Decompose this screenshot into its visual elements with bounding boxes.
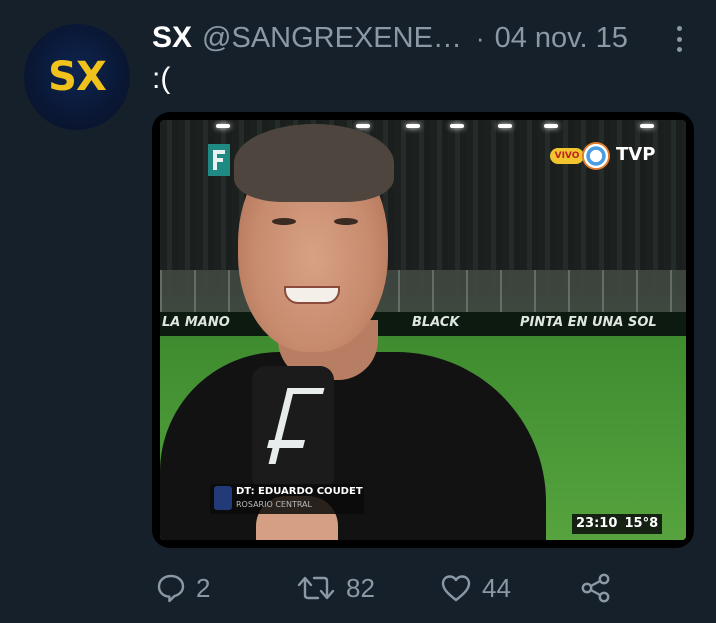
lower-third-team: ROSARIO CENTRAL xyxy=(236,500,312,509)
stadium-light xyxy=(450,124,464,128)
stadium-light xyxy=(216,124,230,128)
retweet-button[interactable]: 82 xyxy=(296,566,375,610)
reply-count: 2 xyxy=(196,572,211,603)
mic-logo-bar xyxy=(267,440,305,448)
tweet-header: SX @SANGREXENE… · 04 nov. 15 xyxy=(152,20,686,56)
broadcast-clock: 23:10 15°8 xyxy=(572,514,663,534)
tweet-date[interactable]: 04 nov. 15 xyxy=(495,22,628,55)
tweet-text: :( xyxy=(152,62,171,95)
person-eye xyxy=(272,218,296,225)
channel-logo-icon xyxy=(208,144,230,176)
author-name[interactable]: SX xyxy=(152,21,192,55)
reply-button[interactable]: 2 xyxy=(156,566,210,610)
person-hair xyxy=(234,124,394,202)
more-vertical-icon[interactable] xyxy=(672,26,686,52)
stadium-light xyxy=(640,124,654,128)
like-button[interactable]: 44 xyxy=(440,566,511,610)
stadium-light xyxy=(356,124,370,128)
stadium-light xyxy=(498,124,512,128)
tvp-label: TVP xyxy=(616,144,656,165)
team-crest-icon xyxy=(214,486,232,510)
ad-text: BLACK xyxy=(412,315,460,330)
like-count: 44 xyxy=(482,572,511,603)
tv-broadcast-image: LA MANO BLACK PINTA EN UNA SOL VIVO TVP xyxy=(160,120,686,540)
ad-text: LA MANO xyxy=(162,315,230,330)
live-badge: VIVO xyxy=(550,148,584,164)
person-eye xyxy=(334,218,358,225)
retweet-count: 82 xyxy=(346,572,375,603)
avatar-logo-text: SX xyxy=(48,54,107,100)
share-icon xyxy=(581,573,610,603)
lower-third-name: DT: EDUARDO COUDET xyxy=(236,486,363,497)
like-icon xyxy=(441,575,471,602)
tweet[interactable]: SX SX @SANGREXENE… · 04 nov. 15 :( LA MA… xyxy=(0,0,716,623)
reply-icon xyxy=(157,574,185,603)
tweet-actions: 2 82 44 xyxy=(152,566,632,610)
ad-text: PINTA EN UNA SOL xyxy=(520,315,657,330)
header-separator: · xyxy=(475,22,485,53)
stadium-light xyxy=(544,124,558,128)
retweet-icon xyxy=(297,576,335,600)
avatar[interactable]: SX xyxy=(24,24,130,130)
share-button[interactable] xyxy=(580,566,612,610)
author-handle[interactable]: @SANGREXENE… xyxy=(202,22,462,55)
person-mouth xyxy=(284,286,340,304)
stadium-light xyxy=(406,124,420,128)
tweet-media[interactable]: LA MANO BLACK PINTA EN UNA SOL VIVO TVP xyxy=(152,112,694,548)
tvp-logo-icon xyxy=(582,142,610,170)
